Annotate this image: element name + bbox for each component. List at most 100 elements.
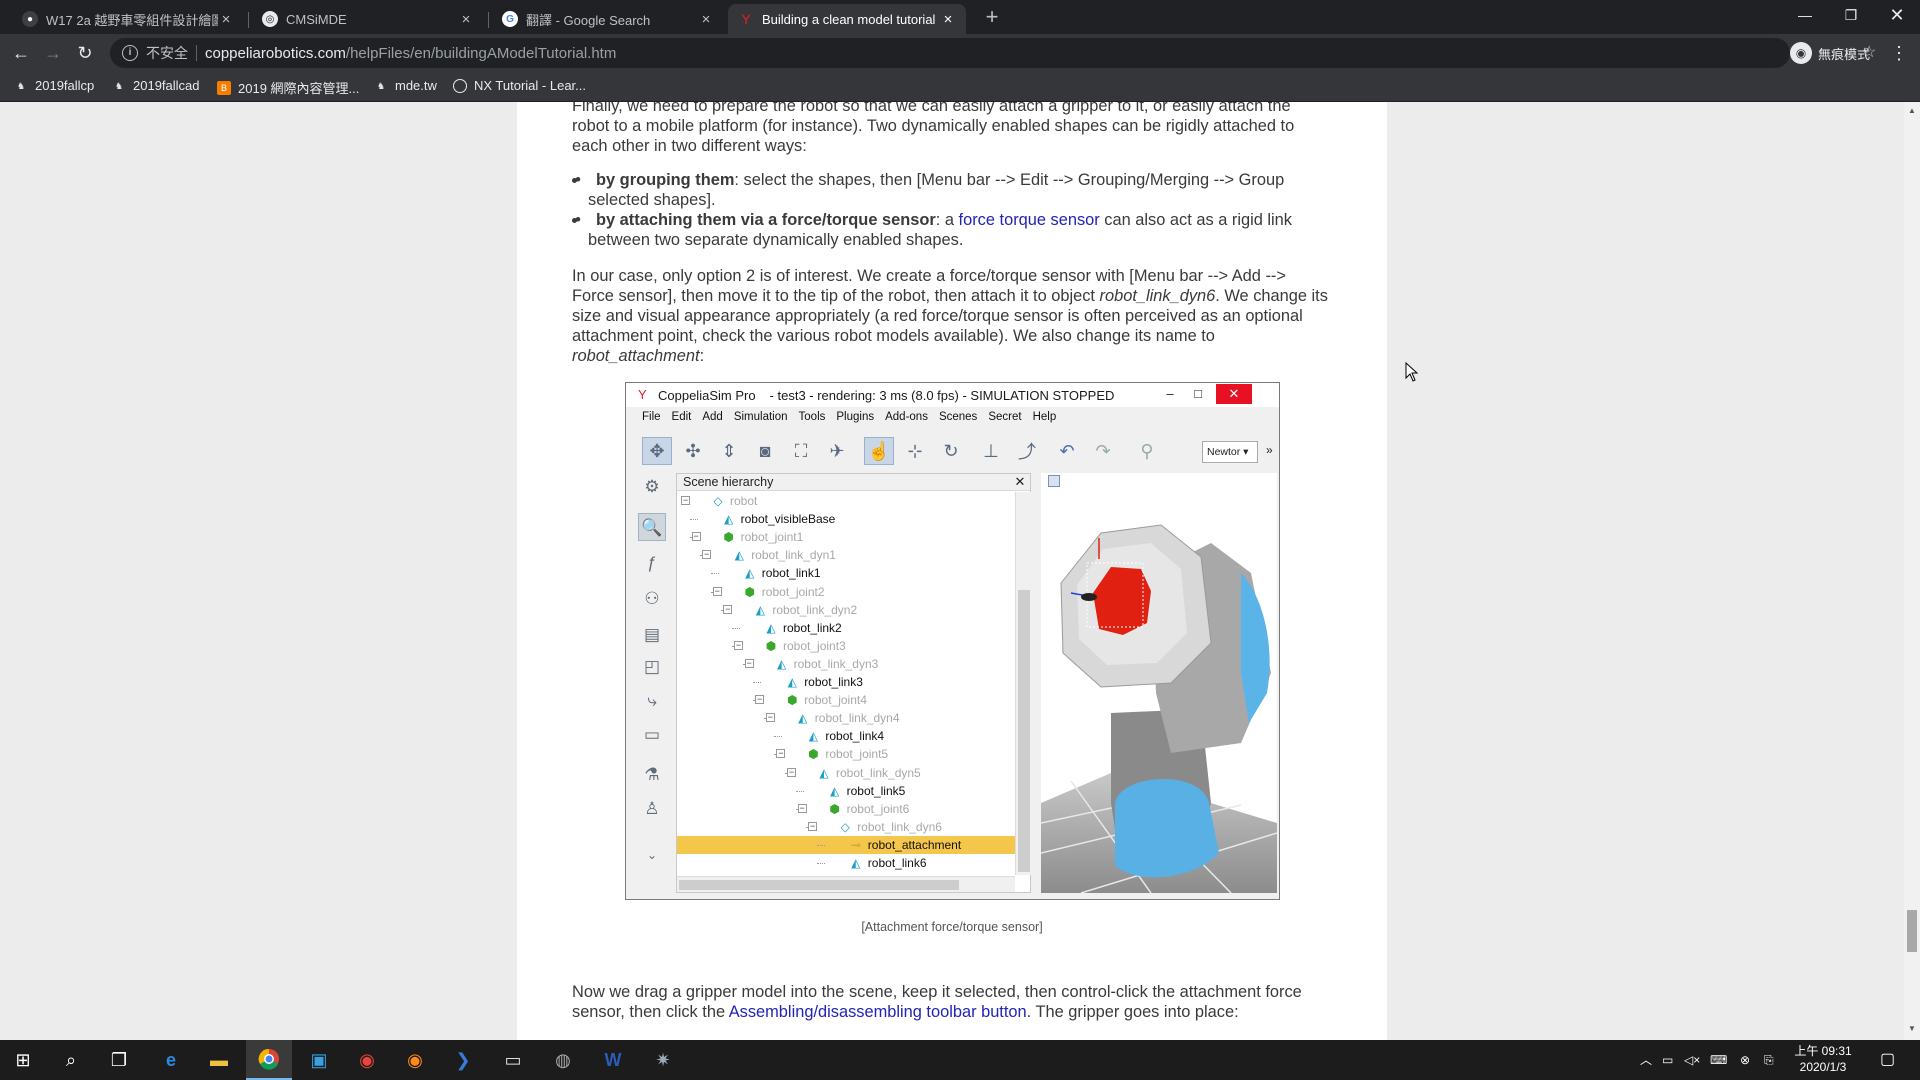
force-torque-sensor-link[interactable]: force torque sensor	[959, 211, 1100, 229]
fit-to-view-icon: ⛶	[794, 440, 808, 461]
powershell-icon[interactable]: ❯	[440, 1040, 486, 1080]
scroll-down-icon[interactable]: ▼	[1908, 1024, 1916, 1033]
joint-object-icon: ⬢	[786, 693, 798, 708]
mde-icon: ♞	[114, 80, 124, 91]
close-tab-icon[interactable]: ×	[698, 11, 714, 28]
page-scrollbar[interactable]: ▲ ▼	[1904, 102, 1920, 1040]
minimize-window-button[interactable]: —	[1782, 0, 1828, 32]
coppeliasim-screenshot: Y CoppeliaSim Pro - test3 - rendering: 3…	[625, 382, 1280, 900]
tree-collapse-icon: −	[744, 657, 754, 668]
reload-button[interactable]: ↻	[72, 40, 98, 66]
app-menubar: File Edit Add Simulation Tools Plugins A…	[626, 411, 1279, 429]
assembling-toolbar-link[interactable]: Assembling/disassembling toolbar button	[729, 1003, 1027, 1021]
incognito-indicator[interactable]: ◉ 無痕模式	[1790, 42, 1870, 64]
assemble-icon: ⊥	[983, 440, 999, 461]
force-object-icon: ⊸	[850, 837, 861, 852]
input-method-icon[interactable]: ⎘	[1764, 1040, 1774, 1080]
close-window-button[interactable]: ✕	[1874, 0, 1920, 32]
app-close-icon: ✕	[1216, 384, 1252, 404]
engine-select-value: Newtor	[1207, 446, 1241, 458]
tree-connector	[689, 519, 698, 521]
edge-icon[interactable]: e	[148, 1040, 194, 1080]
new-tab-button[interactable]: +	[978, 4, 1006, 32]
sensor-connector	[1081, 593, 1097, 601]
scroll-thumb	[679, 880, 959, 890]
option-grouping-title: by grouping them	[596, 171, 735, 189]
disk-icon[interactable]: ◍	[540, 1040, 586, 1080]
info-icon[interactable]: i	[122, 45, 138, 61]
remote-desktop-icon[interactable]: ▣	[296, 1040, 342, 1080]
security-label: 不安全	[146, 45, 188, 61]
bookmark-2019fallcp[interactable]: ♞ 2019fallcp	[14, 78, 94, 93]
close-tab-icon[interactable]: ×	[218, 11, 234, 28]
coppeliasim-taskbar-icon[interactable]: ✷	[640, 1040, 686, 1080]
tab-building-model[interactable]: Y Building a clean model tutorial ×	[728, 4, 966, 34]
address-bar[interactable]: i 不安全 coppeliarobotics.com/helpFiles/en/…	[110, 38, 1876, 68]
scroll-up-icon[interactable]: ▲	[1908, 106, 1916, 115]
tree-collapse-icon: −	[681, 495, 690, 505]
tree-object-name: robot_link3	[804, 675, 863, 689]
tree-row: − ⬢ robot_joint2	[677, 583, 1015, 601]
bookmark-nx-tutorial[interactable]: NX Tutorial - Lear...	[453, 78, 586, 93]
word-icon[interactable]: W	[590, 1040, 636, 1080]
keyboard-icon[interactable]: ⌨	[1710, 1040, 1727, 1080]
collections-icon: ⚇	[644, 589, 660, 608]
shape-object-icon: ◭	[776, 656, 787, 671]
close-tab-icon[interactable]: ×	[940, 11, 956, 28]
browser-toolbar: ← → ↻ i 不安全 coppeliarobotics.com/helpFil…	[0, 34, 1920, 72]
tab-separator	[248, 12, 249, 28]
tray-chevron-icon[interactable]: ︿	[1640, 1040, 1652, 1080]
tree-row: ◭ robot_link2	[677, 619, 1015, 637]
bookmark-mde-tw[interactable]: ♞ mde.tw	[374, 78, 437, 93]
back-button[interactable]: ←	[8, 40, 34, 66]
scene-tree: − ◇ robot ◭ robot_visibleBase − ⬢ robot_joint1−…	[677, 492, 1015, 876]
figure-caption: [Attachment force/torque sensor]	[861, 920, 1043, 934]
tab-w17[interactable]: ● W17 2a 越野車零組件設計繪圖 ×	[12, 4, 244, 34]
tree-object-name: robot_link_dyn2	[772, 602, 858, 617]
forward-button[interactable]: →	[40, 40, 66, 66]
menu-edit: Edit	[671, 411, 692, 423]
tab-cmsimde[interactable]: ◎ CMSiMDE ×	[252, 4, 484, 34]
task-view-icon[interactable]: ❐	[96, 1040, 142, 1080]
tab-google-search[interactable]: G 翻譯 - Google Search ×	[492, 4, 724, 34]
paragraph-gripper: Now we drag a gripper model into the sce…	[572, 982, 1332, 1022]
tab-separator	[488, 12, 489, 28]
tree-row: − ◭ robot_link_dyn3	[677, 655, 1015, 673]
bookmark-2019fallcad[interactable]: ♞ 2019fallcad	[112, 78, 200, 93]
bookmark-2019-web-content[interactable]: B 2019 網際內容管理...	[217, 78, 359, 97]
tray-status-icon[interactable]: ⊗	[1740, 1040, 1750, 1080]
option-sensor-text: : a	[935, 211, 959, 229]
chrome-alt-icon[interactable]: ◉	[344, 1040, 390, 1080]
windows-start-icon[interactable]: ⊞	[0, 1040, 46, 1080]
object-name-link-dyn6: robot_link_dyn6	[1099, 287, 1216, 305]
tree-collapse-icon: −	[712, 585, 722, 596]
tree-row: − ◭ robot_link_dyn5	[677, 764, 1015, 782]
restore-window-button[interactable]: ❐	[1828, 0, 1874, 32]
menu-kebab-icon[interactable]: ⋮	[1890, 40, 1908, 66]
firefox-icon[interactable]: ◉	[392, 1040, 438, 1080]
paragraph-option2: In our case, only option 2 is of interes…	[572, 266, 1332, 366]
terminal-icon[interactable]: ▭	[490, 1040, 536, 1080]
tree-object-name: robot_link_dyn3	[793, 656, 879, 671]
menu-tools: Tools	[798, 411, 826, 423]
robot-blue-joint	[1115, 778, 1219, 878]
search-icon[interactable]: ⌕	[48, 1040, 94, 1080]
bookmark-label: 2019fallcp	[35, 78, 95, 93]
notifications-icon[interactable]: ▢	[1880, 1040, 1895, 1080]
app-toolbar: ✥ ✣ ⇕ ◙ ⛶ ✈ ☝ ⊹ ↻ ⊥ ⤴ ↶ ↷ ⚲ Newtor ▾ »	[636, 435, 1276, 467]
tree-object-name: robot_link_dyn4	[814, 711, 900, 726]
close-tab-icon[interactable]: ×	[458, 11, 474, 28]
mde-icon: ♞	[16, 80, 26, 91]
tree-row: ◭ robot_link5	[677, 782, 1015, 800]
shape-object-icon: ◭	[723, 512, 734, 527]
tree-object-name: robot_attachment	[867, 837, 962, 852]
chrome-icon[interactable]	[246, 1040, 292, 1080]
options-list: •by grouping them: select the shapes, th…	[575, 170, 1332, 250]
file-explorer-icon[interactable]: ▬	[196, 1040, 242, 1080]
scroll-thumb[interactable]	[1907, 910, 1917, 952]
volume-icon[interactable]: ◁×	[1684, 1040, 1700, 1080]
network-icon[interactable]: ▭	[1662, 1040, 1673, 1080]
taskbar-clock[interactable]: 上午 09:31 2020/1/3	[1788, 1043, 1858, 1075]
tree-collapse-icon: −	[723, 603, 733, 614]
tree-collapse-icon: −	[776, 748, 786, 759]
